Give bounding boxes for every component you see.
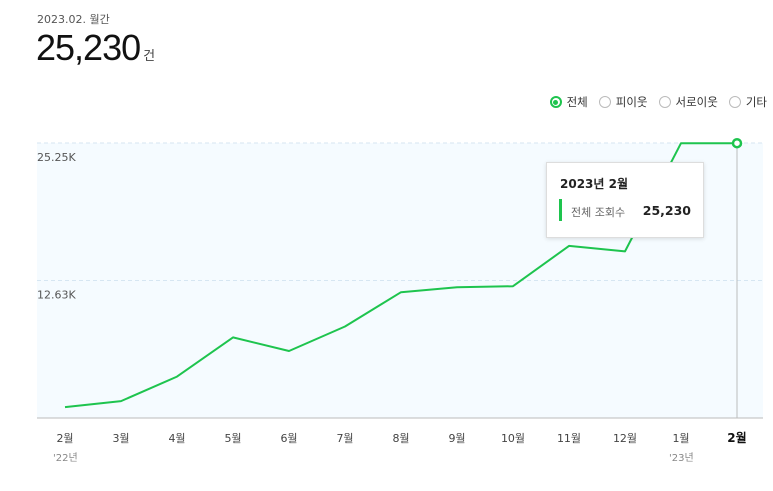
- data-point: [731, 137, 743, 149]
- x-tick-label: 11월: [557, 432, 581, 445]
- x-tick-label: 2월: [727, 430, 746, 445]
- x-tick-label: 3월: [112, 432, 129, 445]
- x-tick-label: 12월: [613, 432, 637, 445]
- views-line-chart: 12.63K 25.25K 2월 3월 4월 5월 6월 7월 8월 9월 10월 11월 12월 1월 2…: [37, 137, 763, 464]
- x-tick-label: 6월: [280, 432, 297, 445]
- x-tick-label: 7월: [336, 432, 353, 445]
- tooltip-title: 2023년 2월: [560, 177, 629, 191]
- y-tick-label: 25.25K: [37, 151, 76, 164]
- y-tick-label: 12.63K: [37, 288, 76, 301]
- x-tick-label: 5월: [224, 432, 241, 445]
- x-year-label: '22년: [53, 452, 78, 464]
- x-tick-label: 9월: [448, 432, 465, 445]
- tooltip-series-value: 25,230: [642, 203, 691, 218]
- tooltip-series-swatch: [559, 199, 562, 221]
- x-tick-label: 8월: [392, 432, 409, 445]
- x-tick-label: 10월: [501, 432, 525, 445]
- tooltip-series-label: 전체 조회수: [571, 206, 626, 219]
- chart-tooltip: 2023년 2월 전체 조회수 25,230: [546, 162, 704, 238]
- x-year-label: '23년: [669, 452, 694, 464]
- x-tick-label: 1월: [672, 432, 689, 445]
- x-tick-label: 4월: [168, 432, 185, 445]
- x-tick-label: 2월: [56, 432, 73, 445]
